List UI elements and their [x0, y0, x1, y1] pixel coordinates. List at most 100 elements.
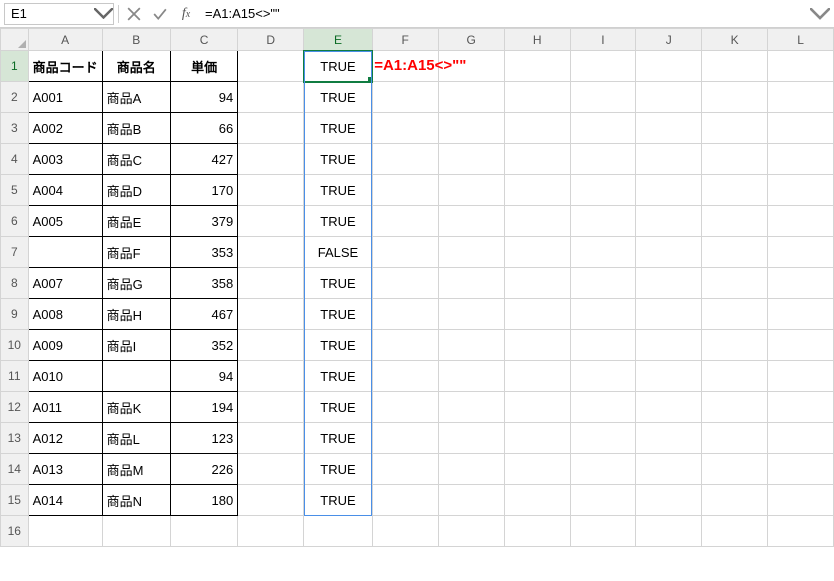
cell-C12[interactable]: 194: [170, 392, 237, 423]
enter-formula-button[interactable]: [149, 3, 171, 25]
cell-K10[interactable]: [702, 330, 768, 361]
cell-G5[interactable]: [438, 175, 504, 206]
cell-K1[interactable]: [702, 51, 768, 82]
cell-I4[interactable]: [570, 144, 636, 175]
spreadsheet-grid[interactable]: A B C D E F G H I J K L 1商品コード商品名単価TRUE2…: [0, 28, 834, 581]
cell-D7[interactable]: [238, 237, 304, 268]
row-header-10[interactable]: 10: [1, 330, 29, 361]
cell-D3[interactable]: [238, 113, 304, 144]
row-header-8[interactable]: 8: [1, 268, 29, 299]
cell-D14[interactable]: [238, 454, 304, 485]
cell-C7[interactable]: 353: [170, 237, 237, 268]
cell-E5[interactable]: TRUE: [304, 175, 372, 206]
row-header-6[interactable]: 6: [1, 206, 29, 237]
cell-C14[interactable]: 226: [170, 454, 237, 485]
cell-B12[interactable]: 商品K: [102, 392, 170, 423]
cell-H8[interactable]: [504, 268, 570, 299]
cell-E12[interactable]: TRUE: [304, 392, 372, 423]
col-header-F[interactable]: F: [372, 29, 438, 51]
cell-K14[interactable]: [702, 454, 768, 485]
cell-A15[interactable]: A014: [28, 485, 102, 516]
cell-G13[interactable]: [438, 423, 504, 454]
cell-G4[interactable]: [438, 144, 504, 175]
cell-B11[interactable]: [102, 361, 170, 392]
col-header-L[interactable]: L: [768, 29, 834, 51]
select-all-button[interactable]: [1, 29, 29, 51]
cell-H12[interactable]: [504, 392, 570, 423]
cell-H13[interactable]: [504, 423, 570, 454]
cell-E4[interactable]: TRUE: [304, 144, 372, 175]
cell-K11[interactable]: [702, 361, 768, 392]
cell-I14[interactable]: [570, 454, 636, 485]
cell-D2[interactable]: [238, 82, 304, 113]
cell-C8[interactable]: 358: [170, 268, 237, 299]
cell-J15[interactable]: [636, 485, 702, 516]
cell-C1[interactable]: 単価: [170, 51, 237, 82]
cell-C6[interactable]: 379: [170, 206, 237, 237]
cell-I3[interactable]: [570, 113, 636, 144]
cell-B14[interactable]: 商品M: [102, 454, 170, 485]
col-header-D[interactable]: D: [238, 29, 304, 51]
row-header-1[interactable]: 1: [1, 51, 29, 82]
cell-J8[interactable]: [636, 268, 702, 299]
cell-H5[interactable]: [504, 175, 570, 206]
cell-A1[interactable]: 商品コード: [28, 51, 102, 82]
col-header-C[interactable]: C: [170, 29, 237, 51]
row-header-9[interactable]: 9: [1, 299, 29, 330]
cell-E8[interactable]: TRUE: [304, 268, 372, 299]
cell-F10[interactable]: [372, 330, 438, 361]
cell-E10[interactable]: TRUE: [304, 330, 372, 361]
col-header-H[interactable]: H: [504, 29, 570, 51]
cell-J13[interactable]: [636, 423, 702, 454]
cell-I10[interactable]: [570, 330, 636, 361]
cell-I13[interactable]: [570, 423, 636, 454]
cell-K12[interactable]: [702, 392, 768, 423]
cell-I16[interactable]: [570, 516, 636, 547]
cell-A7[interactable]: [28, 237, 102, 268]
cell-K5[interactable]: [702, 175, 768, 206]
cell-J7[interactable]: [636, 237, 702, 268]
cell-A14[interactable]: A013: [28, 454, 102, 485]
cell-D11[interactable]: [238, 361, 304, 392]
cell-F5[interactable]: [372, 175, 438, 206]
cell-L10[interactable]: [768, 330, 834, 361]
cell-D4[interactable]: [238, 144, 304, 175]
cell-I15[interactable]: [570, 485, 636, 516]
cell-K7[interactable]: [702, 237, 768, 268]
cell-J3[interactable]: [636, 113, 702, 144]
cell-D16[interactable]: [238, 516, 304, 547]
cell-C2[interactable]: 94: [170, 82, 237, 113]
cell-C11[interactable]: 94: [170, 361, 237, 392]
cell-G9[interactable]: [438, 299, 504, 330]
cell-J10[interactable]: [636, 330, 702, 361]
cell-I2[interactable]: [570, 82, 636, 113]
cell-D12[interactable]: [238, 392, 304, 423]
cell-F14[interactable]: [372, 454, 438, 485]
cell-E15[interactable]: TRUE: [304, 485, 372, 516]
cell-K6[interactable]: [702, 206, 768, 237]
cell-J6[interactable]: [636, 206, 702, 237]
row-header-7[interactable]: 7: [1, 237, 29, 268]
cell-A6[interactable]: A005: [28, 206, 102, 237]
cell-A16[interactable]: [28, 516, 102, 547]
cell-I5[interactable]: [570, 175, 636, 206]
col-header-I[interactable]: I: [570, 29, 636, 51]
cell-J9[interactable]: [636, 299, 702, 330]
cell-C15[interactable]: 180: [170, 485, 237, 516]
cell-F9[interactable]: [372, 299, 438, 330]
cell-E2[interactable]: TRUE: [304, 82, 372, 113]
cell-K13[interactable]: [702, 423, 768, 454]
cell-I8[interactable]: [570, 268, 636, 299]
cell-L2[interactable]: [768, 82, 834, 113]
cell-B16[interactable]: [102, 516, 170, 547]
cell-F1[interactable]: [372, 51, 438, 82]
cell-L8[interactable]: [768, 268, 834, 299]
cell-B2[interactable]: 商品A: [102, 82, 170, 113]
cell-H11[interactable]: [504, 361, 570, 392]
cell-K3[interactable]: [702, 113, 768, 144]
cell-H14[interactable]: [504, 454, 570, 485]
col-header-G[interactable]: G: [438, 29, 504, 51]
cell-J11[interactable]: [636, 361, 702, 392]
cell-A13[interactable]: A012: [28, 423, 102, 454]
cell-F6[interactable]: [372, 206, 438, 237]
